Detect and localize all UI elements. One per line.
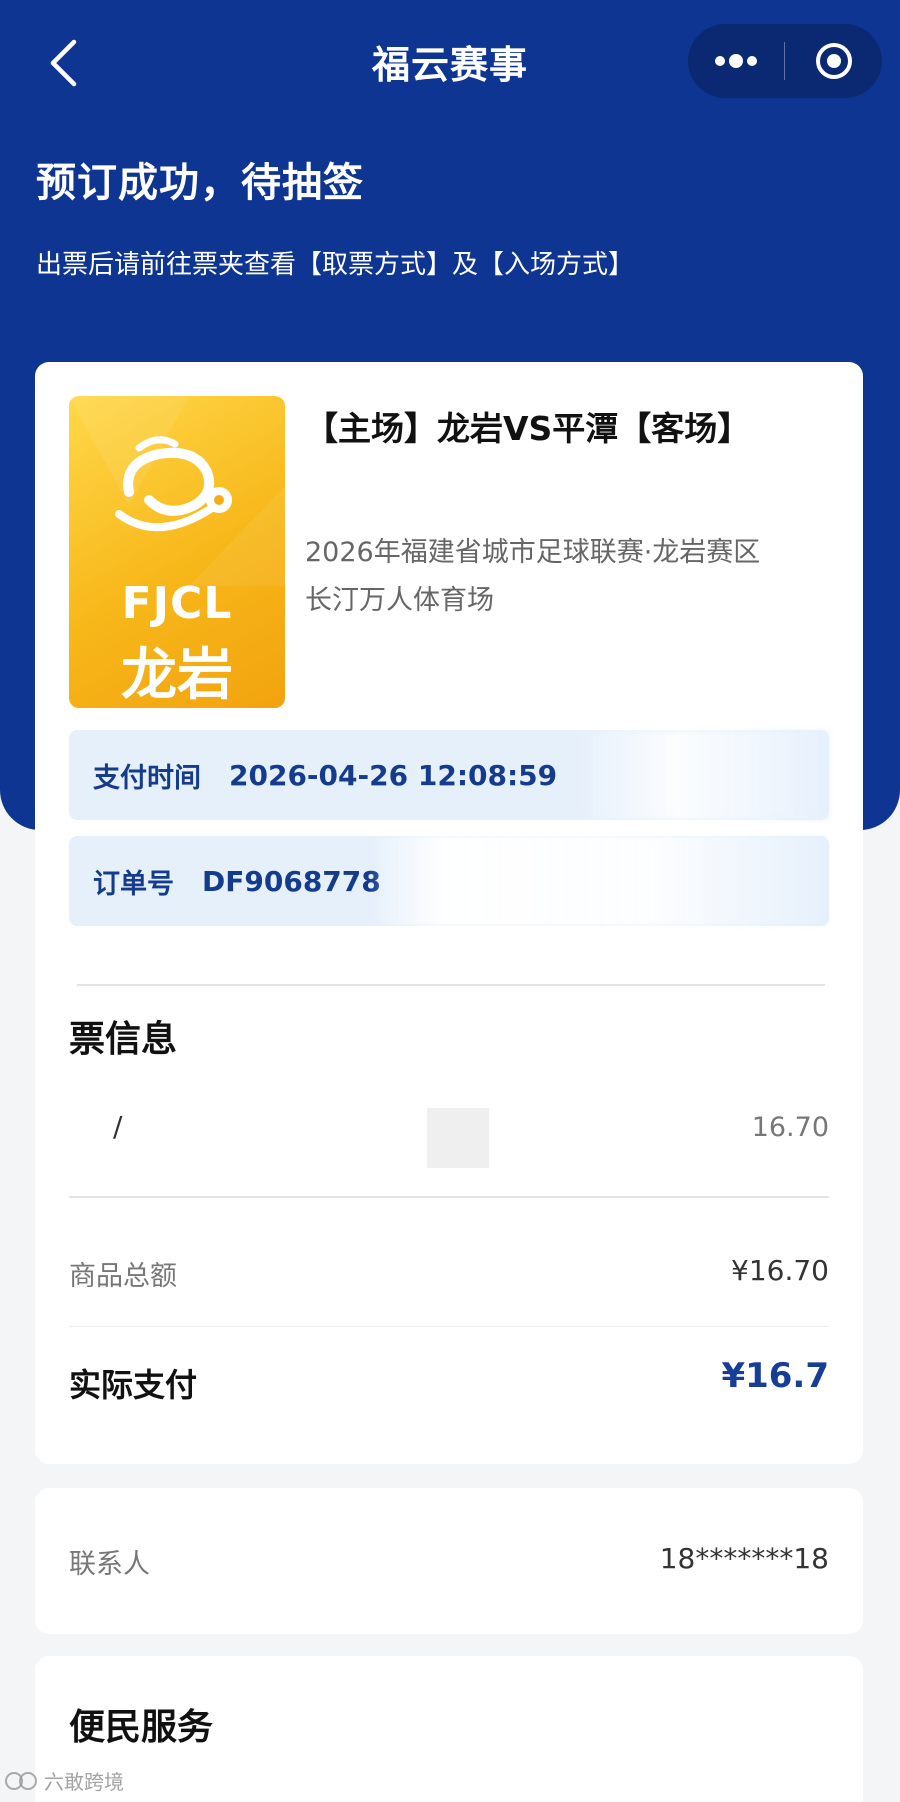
actual-payment-value: ¥16.7	[721, 1356, 829, 1396]
ticket-info-title: 票信息	[69, 1019, 178, 1060]
contact-card: 联系人 18*******18	[35, 1488, 863, 1634]
payment-time-value: 2026-04-26 12:08:59	[229, 758, 558, 792]
mini-program-capsule	[688, 24, 882, 98]
payment-time-label: 支付时间	[93, 762, 201, 794]
venue-name: 长汀万人体育场	[305, 585, 494, 616]
redaction-blur	[369, 836, 829, 926]
divider	[69, 1196, 829, 1198]
target-icon	[815, 43, 852, 79]
contact-label: 联系人	[69, 1549, 150, 1580]
ticket-price: 16.70	[751, 1112, 829, 1143]
more-dots-icon	[715, 54, 757, 68]
close-mini-program-button[interactable]	[785, 24, 882, 98]
order-card: FJCL 龙岩 【主场】龙岩VS平潭【客场】 2026年福建省城市足球联赛·龙岩…	[35, 362, 863, 1464]
booking-status-title: 预订成功，待抽签	[36, 160, 364, 206]
watermark-logo-icon	[5, 1771, 37, 1790]
order-number-label: 订单号	[93, 868, 174, 900]
league-name: 2026年福建省城市足球联赛·龙岩赛区	[305, 537, 761, 568]
ticket-seat-separator: /	[113, 1110, 123, 1143]
booking-status-subtitle: 出票后请前往票夹查看【取票方式】及【入场方式】	[36, 250, 635, 280]
match-title: 【主场】龙岩VS平潭【客场】	[305, 409, 751, 448]
order-number-value: DF9068778	[202, 864, 381, 898]
contact-phone: 18*******18	[659, 1542, 829, 1575]
redaction-box	[427, 1108, 489, 1168]
actual-payment-label: 实际支付	[69, 1366, 198, 1404]
service-card: 便民服务	[35, 1656, 863, 1802]
redaction-blur	[575, 730, 829, 820]
watermark: 六敢跨境	[4, 1766, 124, 1795]
watermark-text: 六敢跨境	[44, 1770, 124, 1794]
divider	[77, 984, 825, 986]
service-title: 便民服务	[69, 1707, 214, 1748]
poster-city: 龙岩	[121, 643, 233, 708]
goods-total-value: ¥16.70	[731, 1254, 829, 1287]
more-button[interactable]	[688, 24, 784, 98]
poster-logo-text: FJCL	[121, 578, 233, 629]
event-poster[interactable]: FJCL 龙岩	[69, 396, 285, 708]
divider	[69, 1326, 829, 1327]
fjcl-logo-icon	[69, 396, 285, 586]
goods-total-label: 商品总额	[69, 1261, 177, 1292]
